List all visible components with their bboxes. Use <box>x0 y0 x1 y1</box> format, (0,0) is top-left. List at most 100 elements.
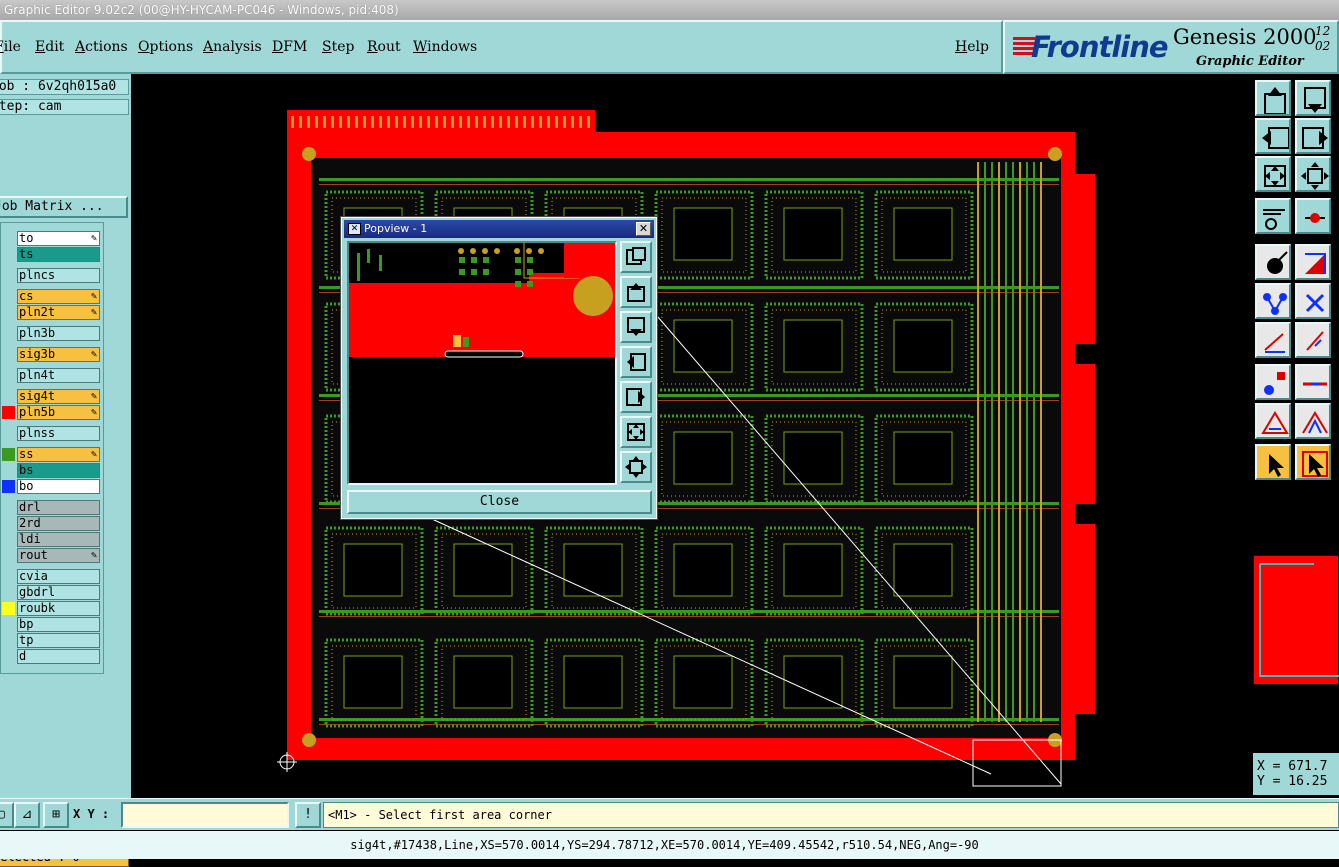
popview-zoom-fit-button[interactable] <box>620 241 652 273</box>
xy-input[interactable] <box>121 802 289 828</box>
layer-2rd[interactable]: 2rd <box>17 516 100 531</box>
cursor-coordinates: X = 671.7 Y = 16.25 <box>1253 753 1339 795</box>
menu-edit[interactable]: Edit <box>35 39 64 55</box>
layer-pln2t[interactable]: pln2t ✎ <box>17 305 100 320</box>
delete-button[interactable] <box>1295 283 1331 319</box>
window-menu-icon[interactable]: ✕ <box>348 223 361 235</box>
menu-step[interactable]: Step <box>322 39 354 55</box>
measure-button[interactable]: ⊿ <box>14 802 40 828</box>
menu-actions[interactable]: Actions <box>75 39 128 55</box>
pan-right-button[interactable] <box>1295 118 1331 154</box>
add-line-button[interactable] <box>1255 283 1291 319</box>
menu-help[interactable]: Help <box>955 39 989 55</box>
pencil-icon: ✎ <box>90 349 97 360</box>
add-pad-icon <box>1267 251 1288 274</box>
layer-sig4t[interactable]: sig4t ✎ <box>17 389 100 404</box>
xy-label: X Y : <box>73 807 110 821</box>
layer-cs[interactable]: cs ✎ <box>17 289 100 304</box>
pan-left-button[interactable] <box>1255 118 1291 154</box>
layer-bo[interactable]: bo <box>17 479 100 494</box>
popview-zoom-in-button[interactable] <box>620 451 652 483</box>
move-button[interactable] <box>1255 322 1291 358</box>
tweezers-button[interactable] <box>1255 198 1291 234</box>
logo-version: 12 02 <box>1315 24 1331 53</box>
popview-pan-left-button[interactable] <box>620 346 652 378</box>
pencil-icon: ✎ <box>90 391 97 402</box>
overview-thumbnail[interactable] <box>1253 555 1339 685</box>
layer-ss[interactable]: ss ✎ <box>17 447 100 462</box>
tweezers-icon <box>1263 209 1285 230</box>
split-button[interactable] <box>1295 364 1331 400</box>
job-name: Job : 6v2qh015a0 <box>0 79 129 95</box>
popview-zoom-out-button[interactable] <box>620 416 652 448</box>
layer-bp[interactable]: bp <box>17 617 100 632</box>
logo-product: Genesis 2000 <box>1173 25 1317 49</box>
layer-color-swatch[interactable] <box>2 602 15 615</box>
probe-button[interactable] <box>1295 198 1331 234</box>
pan-down-button[interactable] <box>1295 80 1331 116</box>
window-title-bar: Graphic Editor 9.02c2 (00@HY-HYCAM-PC046… <box>0 0 1339 20</box>
grid-button[interactable]: ⊞ <box>43 802 69 828</box>
layer-rout[interactable]: rout ✎ <box>17 548 100 563</box>
left-panel: Job : 6v2qh015a0 Step: cam Job Matrix ..… <box>0 74 131 867</box>
select-button[interactable] <box>1255 444 1291 480</box>
graphic-canvas[interactable] <box>131 74 1253 798</box>
menu-rout[interactable]: Rout <box>367 39 401 55</box>
toolbox-panel <box>1253 74 1339 798</box>
menu-options[interactable]: Options <box>138 39 193 55</box>
layer-name: pln2t <box>19 305 56 319</box>
menu-windows[interactable]: Windows <box>413 39 477 55</box>
pan-up-button[interactable] <box>1255 80 1291 116</box>
zoom-out-button[interactable] <box>1255 156 1291 192</box>
menu-file[interactable]: File <box>0 39 21 55</box>
layer-tp[interactable]: tp <box>17 633 100 648</box>
layer-d[interactable]: d <box>17 649 100 664</box>
layer-bs[interactable]: bs <box>17 463 100 478</box>
layer-gbdrl[interactable]: gbdrl <box>17 585 100 600</box>
connect-button[interactable] <box>1255 364 1291 400</box>
layer-roubk[interactable]: roubk <box>17 601 100 616</box>
exclamation-button[interactable]: ! <box>295 802 321 828</box>
layer-list: to ✎ ts plncs cs ✎ pln2t ✎ pln3b sig3b ✎ pln4t sig4t… <box>0 222 104 674</box>
layer-name: tp <box>19 633 34 647</box>
close-icon[interactable]: ✕ <box>636 222 651 236</box>
layer-pln5b[interactable]: pln5b ✎ <box>17 405 100 420</box>
job-matrix-button[interactable]: Job Matrix ... <box>0 196 128 218</box>
layer-name: pln5b <box>19 405 56 419</box>
layer-name: bp <box>19 617 34 631</box>
popview-canvas[interactable] <box>347 241 617 485</box>
layer-cvia[interactable]: cvia <box>17 569 100 584</box>
popview-pan-right-button[interactable] <box>620 381 652 413</box>
layer-ldi[interactable]: ldi <box>17 532 100 547</box>
snap-button[interactable]: ▢ <box>0 802 14 828</box>
layer-sig3b[interactable]: sig3b ✎ <box>17 347 100 362</box>
menu-analysis[interactable]: Analysis <box>203 39 262 55</box>
layer-pln3b[interactable]: pln3b <box>17 326 100 341</box>
layer-plncs[interactable]: plncs <box>17 268 100 283</box>
pencil-icon: ✎ <box>90 307 97 318</box>
popview-pan-down-button[interactable] <box>620 311 652 343</box>
status-feature-info: sig4t,#17438,Line,XS=570.0014,YS=294.787… <box>350 838 979 852</box>
add-pad-button[interactable] <box>1255 244 1291 280</box>
layer-color-swatch[interactable] <box>2 406 15 419</box>
menu-dfm[interactable]: DFM <box>272 39 307 55</box>
layer-ts[interactable]: ts <box>17 247 100 262</box>
layer-color-swatch[interactable] <box>2 448 15 461</box>
rotate-button[interactable] <box>1295 322 1331 358</box>
dimension-button[interactable] <box>1295 403 1331 439</box>
layer-to[interactable]: to ✎ <box>17 231 100 246</box>
add-surface-button[interactable] <box>1295 244 1331 280</box>
zoom-in-icon <box>1301 162 1329 190</box>
layer-name: rout <box>19 548 48 562</box>
popview-title-bar[interactable]: ✕ Popview - 1 ✕ <box>344 220 654 238</box>
popview-pan-up-button[interactable] <box>620 276 652 308</box>
layer-drl[interactable]: drl <box>17 500 100 515</box>
layer-pln4t[interactable]: pln4t <box>17 368 100 383</box>
layer-plnss[interactable]: plnss <box>17 426 100 441</box>
layer-color-swatch[interactable] <box>2 480 15 493</box>
zoom-in-button[interactable] <box>1295 156 1331 192</box>
arc-button[interactable] <box>1255 403 1291 439</box>
layer-name: plncs <box>19 268 56 282</box>
popview-close-button[interactable]: Close <box>347 490 652 514</box>
select-area-button[interactable] <box>1295 444 1331 480</box>
